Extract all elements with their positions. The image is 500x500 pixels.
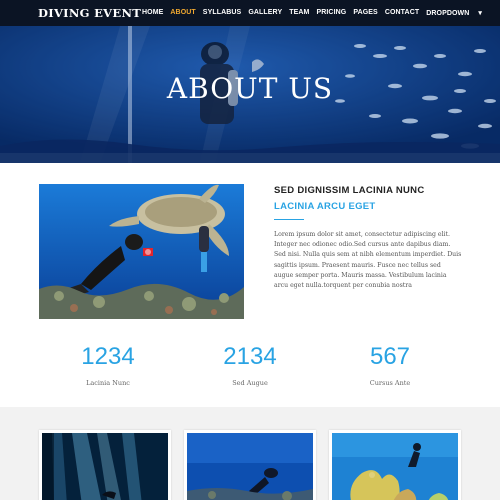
stat-label: Lacinia Nunc xyxy=(86,379,130,387)
stat-cursus-ante: 567 Cursus Ante xyxy=(330,343,450,387)
turtle-diver-photo xyxy=(39,184,244,319)
page-title: ABOUT US xyxy=(166,72,334,105)
about-body-text: Lorem ipsum dolor sit amet, consectetur … xyxy=(274,231,462,290)
nav-item-contact[interactable]: CONTACT xyxy=(385,9,419,17)
gallery-section xyxy=(0,407,500,500)
gallery-image-coral xyxy=(332,433,458,500)
nav-item-about[interactable]: ABOUT xyxy=(170,9,195,17)
gallery-image-cave xyxy=(42,433,168,500)
stat-label: Cursus Ante xyxy=(369,379,411,387)
gallery-card[interactable] xyxy=(39,430,171,500)
brand-logo[interactable]: DIVING EVENT xyxy=(38,6,141,20)
nav-item-gallery[interactable]: GALLERY xyxy=(248,9,282,17)
nav-item-team[interactable]: TEAM xyxy=(289,9,309,17)
chevron-down-icon: ▾ xyxy=(478,10,483,17)
nav-item-dropdown[interactable]: DROPDOWN ▾ xyxy=(426,9,489,17)
top-navbar: DIVING EVENT HOME ABOUT SYLLABUS GALLERY… xyxy=(0,0,500,26)
stat-label: Sed Augue xyxy=(232,379,268,387)
stat-number: 567 xyxy=(369,343,411,370)
stat-number: 1234 xyxy=(81,343,135,370)
gallery-card[interactable] xyxy=(184,430,316,500)
stat-lacinia-nunc: 1234 Lacinia Nunc xyxy=(48,343,168,387)
stat-number: 2134 xyxy=(223,343,277,370)
stat-sed-augue: 2134 Sed Augue xyxy=(190,343,310,387)
main-menu: HOME ABOUT SYLLABUS GALLERY TEAM PRICING… xyxy=(142,9,496,17)
nav-item-pricing[interactable]: PRICING xyxy=(316,9,346,17)
nav-item-pages[interactable]: PAGES xyxy=(353,9,378,17)
hero-banner: ABOUT US xyxy=(0,26,500,163)
gallery-card[interactable] xyxy=(329,430,461,500)
nav-item-dropdown-label: DROPDOWN xyxy=(426,10,470,17)
about-heading: SED DIGNISSIM LACINIA NUNC xyxy=(274,185,425,196)
gallery-image-diver xyxy=(187,433,313,500)
about-subheading: LACINIA ARCU EGET xyxy=(274,201,376,212)
heading-divider xyxy=(274,219,304,220)
nav-item-home[interactable]: HOME xyxy=(142,9,163,17)
nav-item-syllabus[interactable]: SYLLABUS xyxy=(203,9,242,17)
about-turtle-image xyxy=(39,184,244,319)
